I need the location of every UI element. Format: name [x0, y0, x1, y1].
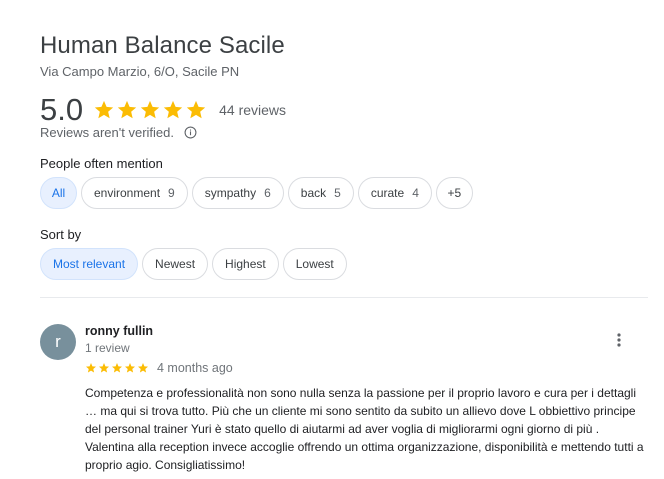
sort-options: Most relevant Newest Highest Lowest — [40, 248, 347, 280]
sort-option-label: Newest — [155, 257, 196, 271]
reviews-count[interactable]: 44 reviews — [219, 102, 286, 118]
sort-most-relevant[interactable]: Most relevant — [40, 248, 139, 280]
verified-text: Reviews aren't verified. — [40, 125, 174, 140]
avatar[interactable]: r — [40, 324, 76, 360]
verification-note: Reviews aren't verified. — [40, 125, 197, 140]
rating-stars — [93, 99, 207, 121]
star-icon — [86, 363, 96, 373]
avatar-letter: r — [55, 332, 61, 351]
chip-label: back — [300, 186, 327, 200]
place-title: Human Balance Sacile — [40, 32, 285, 59]
place-address: Via Campo Marzio, 6/O, Sacile PN — [40, 64, 240, 79]
more-vert-icon — [617, 333, 621, 347]
chip-label: All — [51, 186, 66, 200]
review-text: Competenza e professionalità non sono nu… — [85, 386, 644, 472]
section-divider — [40, 297, 648, 298]
chip-environment[interactable]: environment 9 — [81, 177, 188, 209]
chip-label: curate — [370, 186, 405, 200]
chip-count: 5 — [334, 186, 341, 200]
reviewer-name[interactable]: ronny fullin — [85, 324, 153, 338]
chip-count: 9 — [168, 186, 175, 200]
chip-label: +5 — [447, 186, 462, 200]
info-circle-icon[interactable] — [184, 126, 197, 139]
chip-label: environment — [94, 186, 161, 200]
rating-summary: 5.0 44 reviews — [40, 90, 286, 130]
sort-option-label: Lowest — [295, 257, 334, 271]
average-rating: 5.0 — [40, 92, 84, 127]
mentions-label: People often mention — [40, 156, 163, 171]
sort-lowest[interactable]: Lowest — [282, 248, 347, 280]
star-icon — [117, 100, 137, 119]
chip-label: sympathy — [204, 186, 257, 200]
star-icon — [163, 100, 183, 119]
review-date: 4 months ago — [157, 361, 233, 375]
star-icon — [94, 100, 114, 119]
chip-count: 4 — [412, 186, 419, 200]
star-icon — [140, 100, 160, 119]
mention-chips: All environment 9 sympathy 6 back 5 cura… — [40, 177, 473, 209]
review-stars — [85, 362, 149, 374]
chip-all[interactable]: All — [40, 177, 77, 209]
sort-newest[interactable]: Newest — [142, 248, 209, 280]
reviewer-meta: 1 review — [85, 341, 130, 355]
review-rating: 4 months ago — [85, 361, 233, 375]
chip-sympathy[interactable]: sympathy 6 — [191, 177, 284, 209]
chip-curate[interactable]: curate 4 — [357, 177, 432, 209]
star-icon — [99, 363, 109, 373]
star-icon — [138, 363, 148, 373]
chip-more[interactable]: +5 — [435, 177, 473, 209]
more-options-button[interactable] — [608, 328, 630, 352]
chip-count: 6 — [264, 186, 271, 200]
chip-back[interactable]: back 5 — [287, 177, 354, 209]
sort-option-label: Most relevant — [53, 257, 126, 271]
star-icon — [112, 363, 122, 373]
star-icon — [125, 363, 135, 373]
sort-highest[interactable]: Highest — [212, 248, 279, 280]
star-icon — [186, 100, 206, 119]
sort-option-label: Highest — [225, 257, 266, 271]
sort-label: Sort by — [40, 227, 82, 242]
